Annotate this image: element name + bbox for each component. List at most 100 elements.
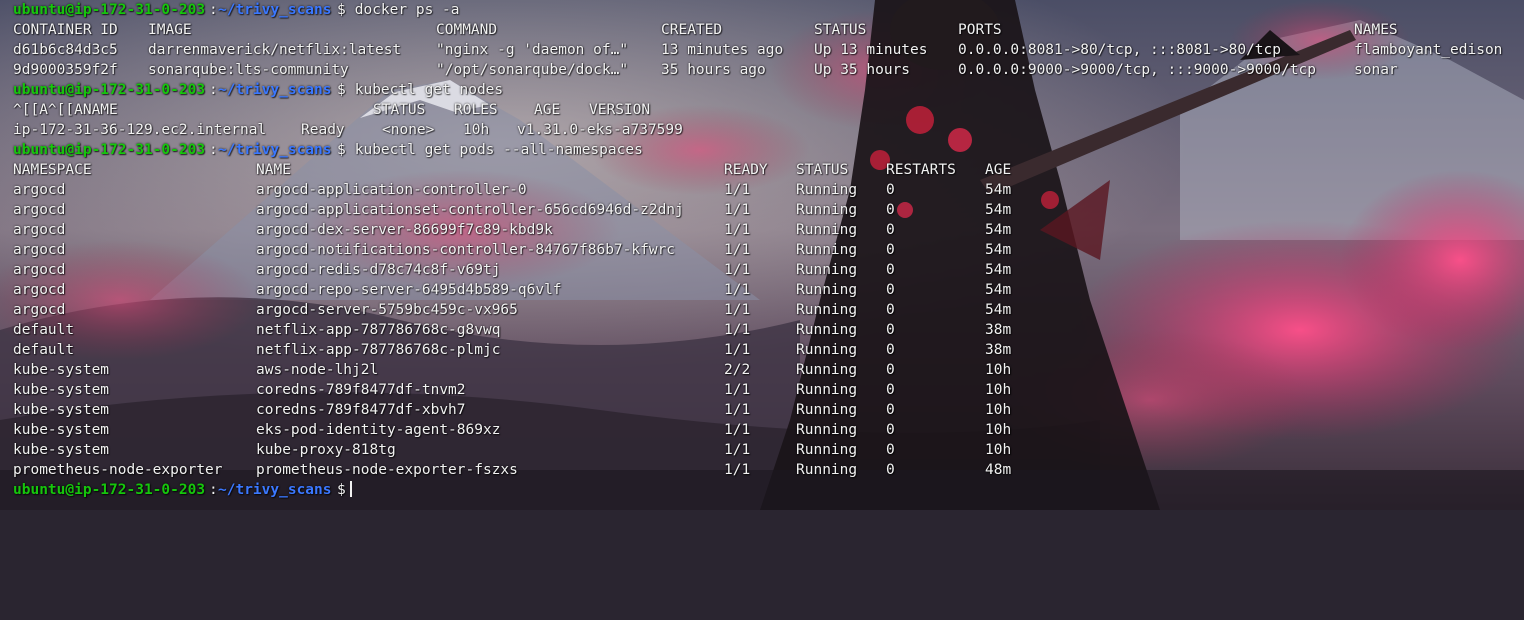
cell-restarts: 0 — [886, 282, 895, 298]
pods-header-row: NAMESPACE NAME READY STATUS RESTARTS AGE — [0, 160, 1011, 180]
prompt-line: ubuntu@ip-172-31-0-203 : ~/trivy_scans $… — [0, 80, 503, 100]
cell-pod-age: 10h — [985, 442, 1012, 458]
cell-ready: 2/2 — [724, 362, 751, 378]
prompt-separator: : — [209, 2, 218, 18]
cell-restarts: 0 — [886, 322, 895, 338]
cell-pod-age: 54m — [985, 282, 1012, 298]
nodes-header-row: ^[[A^[[ANAME STATUS ROLES AGE VERSION — [0, 100, 650, 120]
column-header: AGE — [534, 102, 561, 118]
column-header: READY — [724, 162, 768, 178]
cell-pod-name: argocd-redis-d78c74c8f-v69tj — [256, 262, 501, 278]
cell-pod-name: coredns-789f8477df-xbvh7 — [256, 402, 466, 418]
prompt-separator: : — [209, 142, 218, 158]
cell-node-status: Ready — [301, 122, 345, 138]
column-header: NAMES — [1354, 22, 1398, 38]
cell-pod-name: argocd-applicationset-controller-656cd69… — [256, 202, 684, 218]
cell-pod-status: Running — [796, 362, 858, 378]
cell-ready: 1/1 — [724, 182, 751, 198]
cell-namespace: kube-system — [13, 382, 110, 398]
column-header: IMAGE — [148, 22, 192, 38]
cell-pod-age: 48m — [985, 462, 1012, 478]
cell-ready: 1/1 — [724, 342, 751, 358]
prompt-cwd: ~/trivy_scans — [218, 482, 332, 498]
cell-restarts: 0 — [886, 242, 895, 258]
cell-node-roles: <none> — [382, 122, 435, 138]
prompt-user-host: ubuntu@ip-172-31-0-203 — [13, 82, 206, 98]
cell-image: darrenmaverick/netflix:latest — [148, 42, 402, 58]
cell-pod-age: 38m — [985, 322, 1012, 338]
cell-command: "/opt/sonarqube/dock…" — [436, 62, 629, 78]
column-header: CREATED — [661, 22, 723, 38]
cell-restarts: 0 — [886, 462, 895, 478]
cell-pod-name: argocd-repo-server-6495d4b589-q6vlf — [256, 282, 562, 298]
cell-pod-age: 54m — [985, 222, 1012, 238]
cell-ready: 1/1 — [724, 202, 751, 218]
text-cursor[interactable] — [346, 480, 352, 500]
cell-image: sonarqube:lts-community — [148, 62, 349, 78]
cell-status: Up 35 hours — [814, 62, 911, 78]
cell-namespace: kube-system — [13, 442, 110, 458]
cell-ready: 1/1 — [724, 402, 751, 418]
cell-namespace: argocd — [13, 202, 66, 218]
cell-pod-status: Running — [796, 302, 858, 318]
cell-namespace: kube-system — [13, 402, 110, 418]
cell-restarts: 0 — [886, 182, 895, 198]
cell-namespace: argocd — [13, 262, 66, 278]
cell-status: Up 13 minutes — [814, 42, 928, 58]
cell-pod-name: prometheus-node-exporter-fszxs — [256, 462, 518, 478]
cell-ready: 1/1 — [724, 462, 751, 478]
prompt-symbol: $ — [337, 2, 346, 18]
cell-restarts: 0 — [886, 342, 895, 358]
cell-pod-name: aws-node-lhj2l — [256, 362, 379, 378]
column-header: ^[[A^[[ANAME — [13, 102, 118, 118]
column-header: RESTARTS — [886, 162, 956, 178]
cell-ready: 1/1 — [724, 442, 751, 458]
column-header: STATUS — [796, 162, 849, 178]
cell-namespace: prometheus-node-exporter — [13, 462, 223, 478]
prompt-symbol: $ — [337, 82, 346, 98]
terminal-window[interactable]: ubuntu@ip-172-31-0-203 : ~/trivy_scans $… — [0, 0, 1524, 510]
cell-pod-status: Running — [796, 382, 858, 398]
cell-command: "nginx -g 'daemon of…" — [436, 42, 629, 58]
cell-restarts: 0 — [886, 302, 895, 318]
cell-ready: 1/1 — [724, 382, 751, 398]
cell-ready: 1/1 — [724, 222, 751, 238]
command-text: kubectl get pods --all-namespaces — [346, 142, 643, 158]
cell-pod-age: 54m — [985, 262, 1012, 278]
cell-pod-name: kube-proxy-818tg — [256, 442, 396, 458]
column-header: CONTAINER ID — [13, 22, 118, 38]
cell-created: 35 hours ago — [661, 62, 766, 78]
cell-namespace: default — [13, 342, 75, 358]
cell-pod-name: argocd-server-5759bc459c-vx965 — [256, 302, 518, 318]
cell-namespace: kube-system — [13, 362, 110, 378]
cell-ready: 1/1 — [724, 282, 751, 298]
cell-namespace: argocd — [13, 302, 66, 318]
cell-pod-status: Running — [796, 242, 858, 258]
prompt-separator: : — [209, 482, 218, 498]
cell-pod-status: Running — [796, 182, 858, 198]
cell-node-version: v1.31.0-eks-a737599 — [517, 122, 683, 138]
cell-ready: 1/1 — [724, 262, 751, 278]
cell-pod-name: argocd-notifications-controller-84767f86… — [256, 242, 676, 258]
cell-pod-status: Running — [796, 422, 858, 438]
cell-restarts: 0 — [886, 402, 895, 418]
cell-namespace: argocd — [13, 182, 66, 198]
cell-restarts: 0 — [886, 382, 895, 398]
cell-container-id: d61b6c84d3c5 — [13, 42, 118, 58]
cell-restarts: 0 — [886, 422, 895, 438]
column-header: COMMAND — [436, 22, 498, 38]
column-header: VERSION — [589, 102, 651, 118]
cell-ports: 0.0.0.0:9000->9000/tcp, :::9000->9000/tc… — [958, 62, 1316, 78]
cell-pod-age: 10h — [985, 422, 1012, 438]
cell-pod-name: eks-pod-identity-agent-869xz — [256, 422, 501, 438]
column-header: ROLES — [454, 102, 498, 118]
prompt-separator: : — [209, 82, 218, 98]
cell-restarts: 0 — [886, 362, 895, 378]
docker-header-row: CONTAINER ID IMAGE COMMAND CREATED STATU… — [0, 20, 1398, 40]
cell-namespace: default — [13, 322, 75, 338]
prompt-line[interactable]: ubuntu@ip-172-31-0-203 : ~/trivy_scans $ — [0, 480, 352, 500]
cell-ports: 0.0.0.0:8081->80/tcp, :::8081->80/tcp — [958, 42, 1282, 58]
cell-namespace: kube-system — [13, 422, 110, 438]
cell-pod-name: coredns-789f8477df-tnvm2 — [256, 382, 466, 398]
cell-restarts: 0 — [886, 442, 895, 458]
